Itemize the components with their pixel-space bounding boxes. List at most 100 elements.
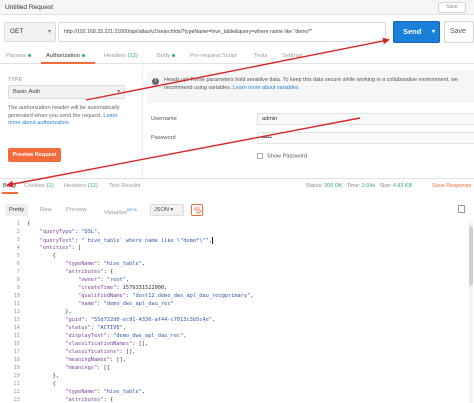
auth-type-select[interactable]: Basic Auth ▾ — [8, 85, 125, 99]
method-value: GET — [10, 28, 24, 35]
show-password-label: Show Password — [267, 153, 308, 160]
type-label: TYPE — [8, 77, 23, 83]
line-number: 10 — [13, 293, 20, 299]
code-text: "owner": "root", — [78, 277, 130, 283]
tab-response-body[interactable]: Body — [3, 183, 16, 189]
format-select[interactable]: JSON ▾ — [150, 204, 184, 216]
chevron-down-icon: ▾ — [117, 89, 120, 95]
save-button[interactable]: Save — [444, 21, 474, 43]
tab-pre-request-script[interactable]: Pre-request Script — [190, 53, 237, 59]
code-text: }, — [27, 309, 72, 315]
chevron-down-icon[interactable]: ▾ — [432, 22, 435, 42]
tab-tests[interactable]: Tests — [254, 53, 268, 59]
line-number: 13 — [13, 317, 20, 323]
url-bar: GET ▾ http://192.168.33.221:21000/api/at… — [0, 18, 474, 46]
line-number: 19 — [13, 365, 20, 371]
copy-icon[interactable] — [458, 205, 465, 213]
info-icon: ! — [152, 78, 159, 85]
code-text: { — [27, 253, 56, 259]
url-input[interactable]: http://192.168.33.221:21000/api/atlas/v2… — [58, 22, 386, 42]
tab-count: (12) — [87, 183, 98, 189]
response-tabs: Body Cookies (1) Headers (12) Test Resul… — [0, 180, 474, 194]
password-field[interactable]: ••••• — [257, 132, 474, 144]
tab-response-headers[interactable]: Headers (12) — [64, 183, 98, 189]
format-value: JSON — [154, 207, 169, 213]
response-view-toolbar: Pretty Raw Preview VisualizeBETA JSON ▾ — [0, 200, 474, 218]
view-visualize-button[interactable]: VisualizeBETA — [100, 204, 141, 216]
beta-badge: BETA — [127, 208, 137, 212]
line-number: 5 — [16, 253, 20, 259]
tab-label: Params — [6, 53, 26, 59]
active-tab-indicator — [41, 62, 95, 64]
code-text: }, — [27, 373, 59, 379]
line-number: 7 — [16, 269, 20, 275]
time-label: Time: — [346, 183, 361, 189]
view-pretty-button[interactable]: Pretty — [5, 204, 29, 216]
wrap-lines-icon[interactable] — [191, 204, 203, 216]
size-value: 4.93 KB — [392, 183, 413, 189]
status-dot-icon — [27, 53, 31, 57]
auth-description: The authorization header will be automat… — [8, 105, 126, 128]
tab-label: Authorization — [46, 53, 80, 59]
line-number: 23 — [13, 397, 20, 403]
code-text: "name": "demo_dws_apl_dau_rec" — [78, 301, 174, 307]
save-response-button[interactable]: Save Response — [432, 183, 472, 189]
line-number: 2 — [16, 229, 20, 235]
scrollbar-thumb[interactable] — [469, 226, 473, 286]
title-bar: Untitled Request Save — [0, 0, 474, 15]
show-password-checkbox[interactable] — [257, 153, 263, 159]
line-number: 18 — [13, 357, 20, 363]
time-value: 3.04s — [361, 183, 375, 189]
response-body-code[interactable]: 1 {2 "queryType": "DSL", 3 "queryText": "`… — [0, 221, 474, 403]
auth-credentials-panel: ! Heads up! These parameters hold sensit… — [142, 66, 474, 176]
preview-request-button[interactable]: Preview Request — [8, 148, 61, 162]
send-button[interactable]: Send ▾ — [393, 21, 440, 43]
code-text: "meanings": [] — [65, 365, 110, 371]
tab-headers[interactable]: Headers (12) — [104, 53, 138, 59]
tab-cookies[interactable]: Cookies (1) — [24, 183, 54, 189]
tab-params[interactable]: Params — [6, 53, 31, 59]
line-number: 15 — [13, 333, 20, 339]
line-number: 14 — [13, 325, 20, 331]
tab-label: Headers — [104, 53, 126, 59]
code-text: "entities": [ — [39, 245, 82, 251]
line-number: 3 — [16, 237, 20, 243]
username-field[interactable]: admin — [257, 113, 474, 125]
code-text: { — [27, 381, 56, 387]
chevron-down-icon: ▾ — [47, 29, 51, 35]
wrap-lines-glyph — [194, 207, 201, 214]
top-save-button[interactable]: Save — [438, 2, 466, 13]
code-text: "queryType": "DSL", — [39, 229, 101, 235]
tab-settings[interactable]: Settings — [282, 53, 303, 59]
tab-authorization[interactable]: Authorization — [46, 53, 85, 59]
auth-type-panel: TYPE Basic Auth ▾ The authorization head… — [0, 66, 140, 176]
tab-count: (1) — [46, 183, 54, 189]
code-text: "typeName": "hive_table", — [65, 389, 146, 395]
show-password-toggle[interactable]: Show Password — [257, 153, 307, 159]
status-value: 200 OK — [324, 183, 343, 189]
code-text: "attributes": { — [65, 397, 114, 403]
status-dot-icon — [81, 53, 85, 57]
view-preview-button[interactable]: Preview — [62, 204, 91, 216]
line-number: 20 — [13, 373, 20, 379]
tab-body[interactable]: Body — [157, 53, 176, 59]
line-number: 11 — [13, 301, 20, 307]
line-number: 12 — [13, 309, 20, 315]
code-text: "guid": "55d732d0-ec91-4336-af44-c7013c3… — [65, 317, 216, 323]
learn-more-variables-link[interactable]: Learn more about variables — [233, 85, 299, 91]
tab-label: Headers — [64, 183, 86, 189]
line-number: 22 — [13, 389, 20, 395]
request-title[interactable]: Untitled Request — [5, 4, 53, 11]
notice-text: Heads up! These parameters hold sensitiv… — [164, 76, 469, 92]
line-number: 8 — [16, 277, 20, 283]
line-number: 4 — [16, 245, 20, 251]
view-raw-button[interactable]: Raw — [36, 204, 56, 216]
code-text: "queryText": "`hive_table` where name li… — [39, 237, 214, 244]
method-select[interactable]: GET ▾ — [4, 22, 56, 42]
response-status: Status: 200 OK Time: 3.04s Size: 4.93 KB — [306, 183, 412, 189]
tab-test-results[interactable]: Test Results — [109, 183, 141, 189]
code-text: "status": "ACTIVE", — [65, 325, 126, 331]
tab-count: (12) — [127, 53, 138, 59]
line-number: 16 — [13, 341, 20, 347]
code-text: "displayText": "demo_dws_apl_dau_rec", — [65, 333, 187, 339]
